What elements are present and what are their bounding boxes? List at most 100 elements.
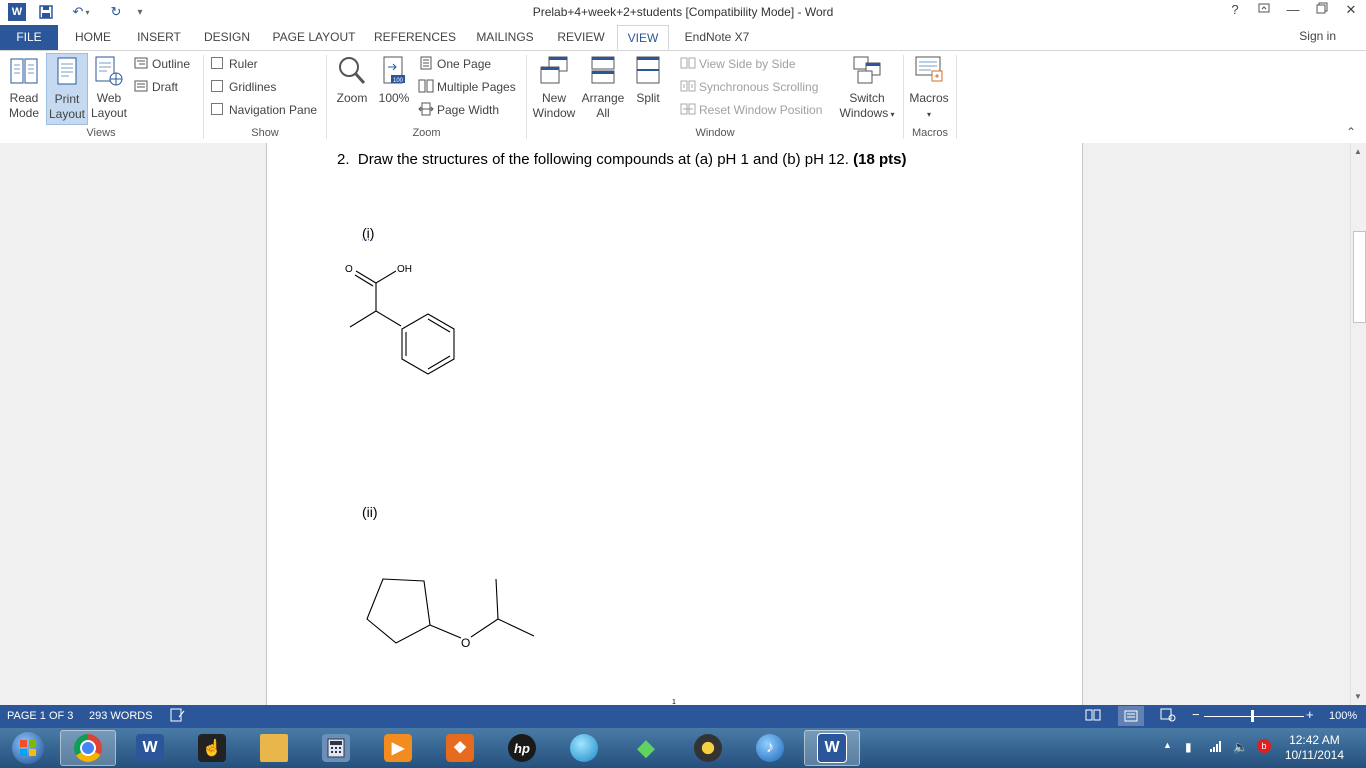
tab-home[interactable]: HOME bbox=[66, 25, 120, 50]
taskbar-itunes[interactable]: ♪ bbox=[742, 730, 798, 766]
restore-icon[interactable] bbox=[1309, 2, 1335, 22]
gridlines-check-icon[interactable] bbox=[211, 80, 223, 92]
zoom-slider[interactable] bbox=[1204, 716, 1304, 717]
molecule-i-structure: O OH bbox=[345, 264, 455, 375]
ruler-checkbox[interactable]: Ruler bbox=[211, 55, 258, 73]
help-button[interactable]: ? bbox=[1222, 2, 1248, 22]
taskbar-word-active[interactable]: W bbox=[804, 730, 860, 766]
print-layout-label-2: Layout bbox=[48, 107, 86, 121]
web-layout-button[interactable]: Web Layout bbox=[90, 55, 128, 123]
document-page[interactable]: 2. Draw the structures of the following … bbox=[266, 143, 1083, 705]
view-side-by-side-button[interactable]: View Side by Side bbox=[680, 55, 796, 73]
reset-window-position-button[interactable]: Reset Window Position bbox=[680, 101, 822, 119]
zoom-100-label: 100% bbox=[378, 91, 410, 105]
ribbon-tabs: FILE HOME INSERT DESIGN PAGE LAYOUT REFE… bbox=[0, 25, 1366, 73]
tab-insert[interactable]: INSERT bbox=[130, 25, 188, 50]
molecule-ii-structure: O bbox=[366, 578, 535, 650]
one-page-label: One Page bbox=[437, 57, 492, 71]
taskbar-calculator[interactable] bbox=[308, 730, 364, 766]
ribbon-display-options-icon[interactable] bbox=[1251, 2, 1277, 22]
scrollbar-thumb[interactable] bbox=[1353, 231, 1366, 323]
tab-view[interactable]: VIEW bbox=[617, 25, 669, 50]
page-width-button[interactable]: Page Width bbox=[418, 101, 499, 119]
print-layout-view-icon[interactable] bbox=[1118, 706, 1144, 726]
close-icon[interactable]: ✕ bbox=[1338, 2, 1364, 22]
switch-windows-button[interactable]: Switch Windows ▾ bbox=[836, 55, 898, 123]
hp-icon: hp bbox=[508, 734, 536, 762]
network-icon[interactable] bbox=[1209, 740, 1223, 755]
zoom-level[interactable]: 100% bbox=[1329, 710, 1357, 722]
new-window-button[interactable]: New Window bbox=[531, 55, 577, 123]
tab-endnote[interactable]: EndNote X7 bbox=[678, 25, 756, 50]
taskbar-chrome[interactable] bbox=[60, 730, 116, 766]
vertical-scrollbar[interactable]: ▲ ▼ bbox=[1350, 143, 1366, 705]
macros-button[interactable]: Macros ▾ bbox=[906, 55, 952, 123]
taskbar-app-blue[interactable] bbox=[556, 730, 612, 766]
read-mode-label-2: Mode bbox=[8, 106, 40, 120]
zoom-100-button[interactable]: 100 100% bbox=[376, 55, 412, 123]
split-button[interactable]: Split bbox=[629, 55, 667, 123]
volume-icon[interactable]: 🔈 bbox=[1233, 740, 1248, 754]
scroll-up-icon[interactable]: ▲ bbox=[1354, 147, 1362, 156]
beats-audio-icon[interactable]: b bbox=[1257, 739, 1271, 753]
tab-page-layout[interactable]: PAGE LAYOUT bbox=[266, 25, 362, 50]
zoom-in-icon[interactable]: + bbox=[1306, 707, 1314, 722]
synchronous-scrolling-icon bbox=[680, 80, 696, 92]
web-layout-view-icon[interactable] bbox=[1160, 708, 1176, 725]
read-mode-view-icon[interactable] bbox=[1085, 708, 1101, 725]
synchronous-scrolling-label: Synchronous Scrolling bbox=[699, 80, 819, 94]
svg-text:100: 100 bbox=[393, 78, 404, 84]
zoom-slider-thumb[interactable] bbox=[1251, 710, 1254, 722]
windows-logo-icon bbox=[12, 732, 44, 764]
page-count[interactable]: PAGE 1 OF 3 bbox=[7, 710, 73, 722]
multiple-pages-label: Multiple Pages bbox=[437, 80, 516, 94]
proofing-icon[interactable] bbox=[170, 708, 186, 725]
multiple-pages-button[interactable]: Multiple Pages bbox=[418, 78, 516, 96]
print-layout-button[interactable]: Print Layout bbox=[46, 53, 88, 125]
taskbar-sims[interactable]: ◆ bbox=[618, 730, 674, 766]
taskbar-hp[interactable]: hp bbox=[494, 730, 550, 766]
tab-mailings[interactable]: MAILINGS bbox=[468, 25, 542, 50]
ruler-check-icon[interactable] bbox=[211, 57, 223, 69]
split-label: Split bbox=[636, 91, 660, 105]
synchronous-scrolling-button[interactable]: Synchronous Scrolling bbox=[680, 78, 818, 96]
minimize-icon[interactable]: — bbox=[1280, 2, 1306, 22]
navigation-pane-checkbox[interactable]: Navigation Pane bbox=[211, 101, 317, 119]
one-page-button[interactable]: One Page bbox=[420, 55, 491, 73]
tab-design[interactable]: DESIGN bbox=[198, 25, 256, 50]
outline-label: Outline bbox=[152, 57, 191, 71]
zoom-out-icon[interactable]: − bbox=[1192, 707, 1200, 722]
tab-review[interactable]: REVIEW bbox=[550, 25, 612, 50]
scroll-down-icon[interactable]: ▼ bbox=[1354, 692, 1362, 701]
taskbar-app-orange[interactable]: ❖ bbox=[432, 730, 488, 766]
taskbar-touch-app[interactable]: ☝ bbox=[184, 730, 240, 766]
tab-file[interactable]: FILE bbox=[0, 25, 58, 50]
read-mode-label-1: Read bbox=[9, 91, 39, 105]
battery-icon[interactable]: ▮ bbox=[1185, 740, 1192, 754]
system-clock[interactable]: 12:42 AM 10/11/2014 bbox=[1285, 733, 1344, 763]
taskbar-word-pinned[interactable]: W bbox=[122, 730, 178, 766]
question-text: Draw the structures of the following com… bbox=[357, 151, 849, 168]
question-number: 2. bbox=[337, 151, 350, 168]
gridlines-checkbox[interactable]: Gridlines bbox=[211, 78, 276, 96]
taskbar-file-explorer[interactable] bbox=[246, 730, 302, 766]
draft-button[interactable]: Draft bbox=[134, 78, 178, 96]
zoom-group-label: Zoom bbox=[412, 127, 441, 139]
view-side-by-side-icon bbox=[680, 57, 696, 69]
read-mode-button[interactable]: Read Mode bbox=[4, 55, 44, 123]
taskbar-audio-app[interactable] bbox=[680, 730, 736, 766]
sign-in-link[interactable]: Sign in bbox=[1299, 29, 1336, 43]
zoom-button[interactable]: Zoom bbox=[333, 55, 371, 123]
navigation-pane-check-icon[interactable] bbox=[211, 103, 223, 115]
collapse-ribbon-icon[interactable]: ⌃ bbox=[1346, 125, 1356, 139]
view-side-by-side-label: View Side by Side bbox=[699, 57, 796, 71]
separator bbox=[956, 55, 957, 139]
show-hidden-icons[interactable]: ▲ bbox=[1163, 740, 1172, 750]
arrange-all-button[interactable]: Arrange All bbox=[580, 55, 626, 123]
outline-button[interactable]: Outline bbox=[134, 55, 190, 73]
document-area: 2. Draw the structures of the following … bbox=[0, 143, 1350, 705]
start-button[interactable] bbox=[0, 730, 56, 766]
tab-references[interactable]: REFERENCES bbox=[372, 25, 458, 50]
taskbar-media-player[interactable]: ▶ bbox=[370, 730, 426, 766]
word-count[interactable]: 293 WORDS bbox=[89, 710, 153, 722]
